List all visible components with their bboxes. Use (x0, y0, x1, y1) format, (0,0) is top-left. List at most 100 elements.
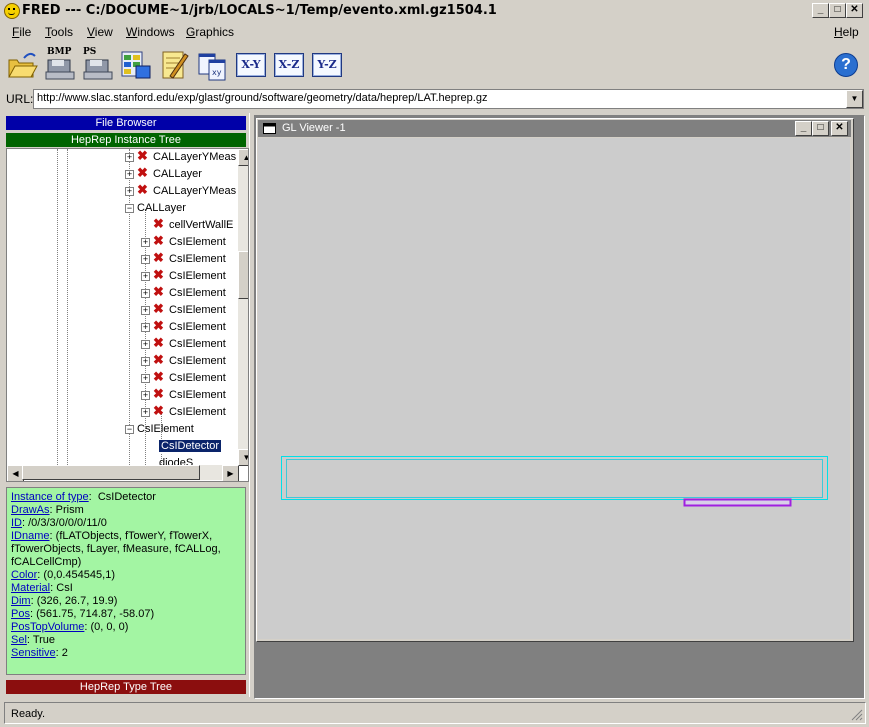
scroll-up-icon[interactable]: ▲ (238, 149, 248, 166)
tree-node-label[interactable]: CsIDetector (157, 439, 223, 453)
expand-icon[interactable]: + (125, 153, 134, 162)
tree-node[interactable]: + ✖ CsIElement (7, 284, 238, 303)
tree-node-label[interactable]: CALLayerYMeas (153, 151, 236, 163)
url-dropdown-icon[interactable]: ▼ (846, 90, 863, 108)
menu-file[interactable]: File (12, 25, 31, 39)
notepad-button[interactable] (158, 48, 190, 82)
expand-icon[interactable]: + (141, 323, 150, 332)
tree-node-label[interactable]: CsIElement (169, 321, 226, 333)
tree-node[interactable]: + ✖ CsIElement (7, 302, 238, 320)
tree-node[interactable]: − CALLayer (7, 201, 238, 218)
expand-icon[interactable]: + (141, 238, 150, 247)
tree-node-label[interactable]: CALLayer (137, 202, 186, 214)
view-yz-button[interactable]: Y-Z (312, 53, 342, 77)
tree-node[interactable]: + ✖ CsIElement (7, 353, 238, 371)
maximize-icon[interactable]: □ (829, 3, 846, 18)
expand-icon[interactable]: + (141, 357, 150, 366)
scroll-right-icon[interactable]: ▶ (222, 465, 239, 481)
tree-node-label[interactable]: CsIElement (169, 338, 226, 350)
tree-node[interactable]: + ✖ CALLayer (7, 166, 238, 184)
expand-icon[interactable]: + (141, 306, 150, 315)
help-icon[interactable]: ? (834, 53, 858, 77)
tree-node-label[interactable]: CALLayer (153, 168, 202, 180)
expand-icon[interactable]: + (141, 255, 150, 264)
instance-tree[interactable]: + ✖ CALLayerYMeas + ✖ CALLayer + ✖ CALLayerYMeas… (6, 148, 249, 482)
tree-node[interactable]: + ✖ CsIElement (7, 336, 238, 354)
tree-node-label[interactable]: CsIElement (169, 389, 226, 401)
tree-node-label[interactable]: CsIElement (169, 236, 226, 248)
red-x-icon: ✖ (153, 386, 164, 401)
tree-node-label[interactable]: CALLayerYMeas (153, 185, 236, 197)
expand-icon[interactable]: + (125, 187, 134, 196)
collapse-icon[interactable]: − (125, 425, 134, 434)
gl-viewer-title: GL Viewer -1 (282, 122, 346, 134)
detector-rendering (281, 456, 828, 507)
menu-help[interactable]: Help (834, 25, 859, 39)
instance-tree-bar[interactable]: HepRep Instance Tree (6, 133, 246, 147)
url-field[interactable]: http://www.slac.stanford.edu/exp/glast/g… (33, 89, 864, 109)
tree-node-label[interactable]: CsIElement (169, 287, 226, 299)
tree-node[interactable]: + ✖ CsIElement (7, 268, 238, 286)
expand-icon[interactable]: + (141, 408, 150, 417)
tree-node-label[interactable]: CsIElement (137, 423, 194, 435)
tree-node-label[interactable]: cellVertWallE (169, 219, 233, 231)
tree-node-label[interactable]: CsIElement (169, 355, 226, 367)
close-icon[interactable]: ✕ (846, 3, 863, 18)
tree-node[interactable]: + ✖ CsIElement (7, 318, 238, 337)
tree-node[interactable]: + ✖ CALLayerYMeas (7, 149, 238, 167)
panel-splitter[interactable] (249, 113, 253, 697)
red-x-icon: ✖ (153, 318, 164, 333)
tree-node[interactable]: + ✖ CsIElement (7, 386, 238, 405)
scroll-thumb[interactable] (238, 251, 248, 299)
menu-view[interactable]: View (87, 25, 113, 39)
expand-icon[interactable]: + (141, 289, 150, 298)
windows-tile-button[interactable]: xy (196, 48, 228, 82)
open-folder-button[interactable] (6, 48, 38, 82)
tree-node[interactable]: ✖ cellVertWallE (7, 217, 238, 235)
prop-sensitive: Sensitive: 2 (11, 647, 68, 659)
expand-icon[interactable]: + (141, 374, 150, 383)
tree-vertical-scrollbar[interactable]: ▲ ▼ (238, 149, 248, 466)
tree-node[interactable]: + ✖ CALLayerYMeas (7, 183, 238, 201)
selected-csi-detector[interactable] (683, 498, 792, 507)
table-view-button[interactable] (120, 48, 152, 82)
gl-viewer-title-bar[interactable]: GL Viewer -1 _ □ ✕ (258, 120, 851, 137)
save-ps-button[interactable]: PS (82, 47, 114, 82)
menu-graphics[interactable]: Graphics (186, 25, 234, 39)
tree-node[interactable]: + ✖ CsIElement (7, 251, 238, 269)
view-xy-button[interactable]: X-Y (236, 53, 266, 77)
menu-tools[interactable]: Tools (45, 25, 73, 39)
tree-node[interactable]: + ✖ CsIElement (7, 404, 238, 422)
prop-sel: Sel: True (11, 634, 56, 646)
expand-icon[interactable]: + (141, 340, 150, 349)
tree-node-label[interactable]: CsIElement (169, 372, 226, 384)
viewer-window-icon (263, 123, 276, 134)
type-tree-bar[interactable]: HepRep Type Tree (6, 680, 246, 694)
save-bmp-button[interactable]: BMP (44, 47, 76, 82)
menu-windows[interactable]: Windows (126, 25, 175, 39)
tree-node[interactable]: + ✖ CsIElement (7, 370, 238, 388)
tree-node-label[interactable]: CsIElement (169, 270, 226, 282)
collapse-icon[interactable]: − (125, 204, 134, 213)
gl-canvas[interactable] (258, 138, 850, 639)
expand-icon[interactable]: + (141, 391, 150, 400)
viewer-minimize-icon[interactable]: _ (795, 121, 812, 136)
tree-horizontal-scrollbar[interactable]: ◀ ▶ (7, 465, 239, 481)
tree-node[interactable]: − CsIElement (7, 422, 238, 439)
view-xz-button[interactable]: X-Z (274, 53, 304, 77)
expand-icon[interactable]: + (125, 170, 134, 179)
viewer-close-icon[interactable]: ✕ (831, 121, 848, 136)
red-x-icon: ✖ (153, 284, 164, 299)
hscroll-thumb[interactable] (22, 465, 200, 480)
expand-icon[interactable]: + (141, 272, 150, 281)
resize-grip-icon[interactable] (851, 709, 863, 721)
tree-node[interactable]: CsIDetector (7, 439, 238, 456)
tree-node-label[interactable]: CsIElement (169, 304, 226, 316)
tree-node-label[interactable]: CsIElement (169, 253, 226, 265)
file-browser-bar[interactable]: File Browser (6, 116, 246, 130)
minimize-icon[interactable]: _ (812, 3, 829, 18)
scroll-down-icon[interactable]: ▼ (238, 449, 248, 466)
tree-node-label[interactable]: CsIElement (169, 406, 226, 418)
tree-node[interactable]: + ✖ CsIElement (7, 234, 238, 252)
viewer-maximize-icon[interactable]: □ (812, 121, 829, 136)
